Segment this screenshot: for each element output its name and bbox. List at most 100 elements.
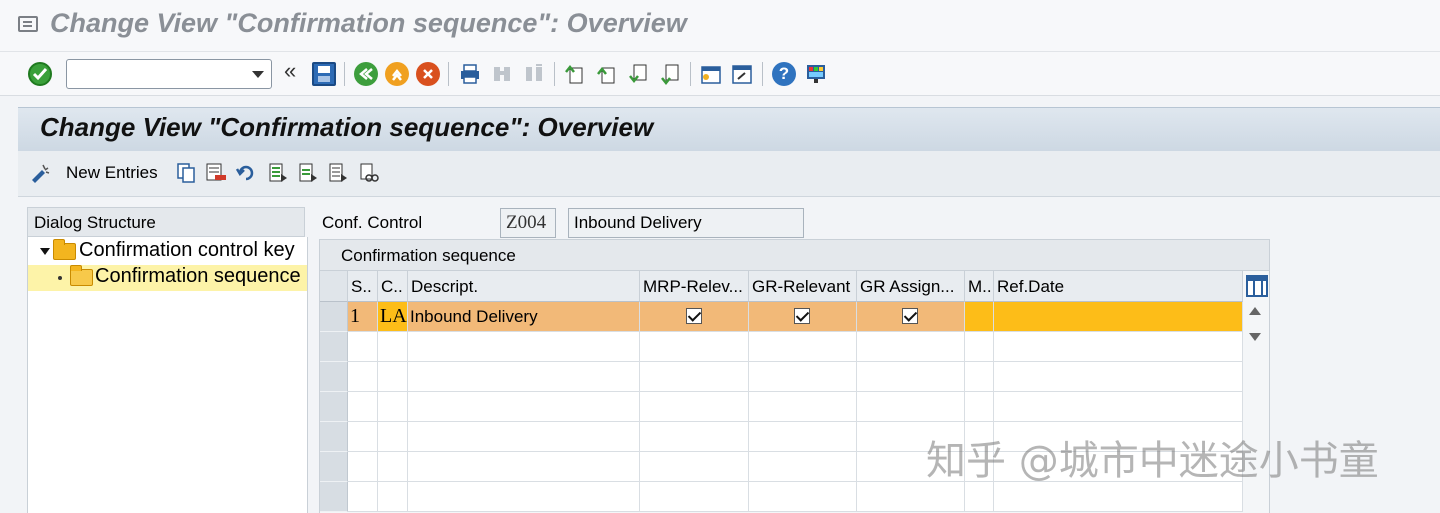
empty-cell[interactable] <box>749 332 857 362</box>
empty-cell[interactable] <box>640 332 749 362</box>
row-selector[interactable] <box>320 482 348 512</box>
row-selector[interactable] <box>320 422 348 452</box>
empty-cell[interactable] <box>640 392 749 422</box>
new-entries-button[interactable]: New Entries <box>66 163 158 183</box>
empty-cell[interactable] <box>348 392 378 422</box>
expand-triangle-icon[interactable] <box>40 248 50 255</box>
cell-sequence[interactable]: 1 <box>348 302 378 332</box>
empty-cell[interactable] <box>408 392 640 422</box>
customize-layout-icon[interactable] <box>804 62 828 86</box>
enter-check-icon[interactable] <box>28 62 52 86</box>
last-page-icon[interactable] <box>659 62 683 86</box>
scroll-up-arrow-icon[interactable] <box>1249 307 1261 315</box>
gr-relevant-checkbox[interactable] <box>794 308 810 324</box>
next-page-icon[interactable] <box>627 62 651 86</box>
undo-change-icon[interactable] <box>235 162 257 184</box>
column-header-gr-assignment[interactable]: GR Assign... <box>857 271 965 302</box>
empty-cell[interactable] <box>640 482 749 512</box>
empty-cell[interactable] <box>378 332 408 362</box>
empty-cell[interactable] <box>857 482 965 512</box>
tree-node-confirmation-sequence[interactable]: Confirmation sequence <box>28 265 307 291</box>
empty-cell[interactable] <box>640 422 749 452</box>
empty-cell[interactable] <box>965 482 994 512</box>
save-icon[interactable] <box>312 62 336 86</box>
empty-cell[interactable] <box>408 422 640 452</box>
column-header-gr-relevant[interactable]: GR-Relevant <box>749 271 857 302</box>
empty-cell[interactable] <box>749 392 857 422</box>
column-configuration-icon[interactable] <box>1246 275 1268 297</box>
cell-description[interactable]: Inbound Delivery <box>408 302 640 332</box>
empty-cell[interactable] <box>408 482 640 512</box>
mrp-relevant-checkbox[interactable] <box>686 308 702 324</box>
empty-cell[interactable] <box>348 422 378 452</box>
row-selector[interactable] <box>320 452 348 482</box>
row-selector[interactable] <box>320 332 348 362</box>
empty-cell[interactable] <box>640 362 749 392</box>
empty-cell[interactable] <box>965 332 994 362</box>
empty-cell[interactable] <box>857 362 965 392</box>
help-icon[interactable]: ? <box>772 62 796 86</box>
gr-assignment-checkbox[interactable] <box>902 308 918 324</box>
cell-conf-category[interactable]: LA <box>378 302 408 332</box>
empty-cell[interactable] <box>348 332 378 362</box>
empty-cell[interactable] <box>378 422 408 452</box>
empty-cell[interactable] <box>749 452 857 482</box>
find-next-icon[interactable] <box>522 62 546 86</box>
empty-cell[interactable] <box>378 482 408 512</box>
empty-cell[interactable] <box>408 452 640 482</box>
empty-cell[interactable] <box>378 392 408 422</box>
command-field[interactable] <box>66 59 272 89</box>
print-field-list-icon[interactable] <box>358 162 380 184</box>
empty-cell[interactable] <box>348 482 378 512</box>
empty-cell[interactable] <box>994 482 1243 512</box>
empty-cell[interactable] <box>749 482 857 512</box>
print-icon[interactable] <box>458 62 482 86</box>
select-block-icon[interactable] <box>297 162 319 184</box>
empty-cell[interactable] <box>857 392 965 422</box>
scroll-down-arrow-icon[interactable] <box>1249 333 1261 341</box>
create-session-icon[interactable] <box>699 62 723 86</box>
empty-cell[interactable] <box>378 362 408 392</box>
column-header-m[interactable]: M.. <box>965 271 994 302</box>
cell-m[interactable] <box>965 302 994 332</box>
empty-cell[interactable] <box>965 392 994 422</box>
cancel-icon[interactable] <box>416 62 440 86</box>
select-all-rows-button[interactable] <box>320 271 348 302</box>
column-header-conf-category[interactable]: C.. <box>378 271 408 302</box>
row-selector[interactable] <box>320 302 348 332</box>
empty-cell[interactable] <box>994 362 1243 392</box>
copy-as-icon[interactable] <box>175 162 197 184</box>
empty-cell[interactable] <box>408 332 640 362</box>
empty-cell[interactable] <box>749 422 857 452</box>
column-header-ref-date[interactable]: Ref.Date <box>994 271 1243 302</box>
exit-icon[interactable] <box>385 62 409 86</box>
cell-ref-date[interactable] <box>994 302 1243 332</box>
row-selector[interactable] <box>320 392 348 422</box>
delete-icon[interactable] <box>205 162 227 184</box>
previous-page-icon[interactable] <box>595 62 619 86</box>
chevron-down-icon[interactable] <box>252 71 264 78</box>
back-icon[interactable] <box>354 62 378 86</box>
row-selector[interactable] <box>320 362 348 392</box>
find-icon[interactable] <box>490 62 514 86</box>
empty-cell[interactable] <box>348 452 378 482</box>
collapse-chevron-icon[interactable]: « <box>284 58 296 84</box>
empty-cell[interactable] <box>408 362 640 392</box>
empty-cell[interactable] <box>965 362 994 392</box>
empty-cell[interactable] <box>857 332 965 362</box>
empty-cell[interactable] <box>994 392 1243 422</box>
empty-cell[interactable] <box>749 362 857 392</box>
column-header-mrp-relevant[interactable]: MRP-Relev... <box>640 271 749 302</box>
column-header-description[interactable]: Descript. <box>408 271 640 302</box>
deselect-all-icon[interactable] <box>327 162 349 184</box>
empty-cell[interactable] <box>378 452 408 482</box>
window-menu-icon[interactable] <box>18 16 38 32</box>
first-page-icon[interactable] <box>563 62 587 86</box>
column-header-sequence[interactable]: S.. <box>348 271 378 302</box>
empty-cell[interactable] <box>348 362 378 392</box>
tree-node-confirmation-control-key[interactable]: Confirmation control key <box>28 239 307 265</box>
select-all-icon[interactable] <box>267 162 289 184</box>
empty-cell[interactable] <box>994 332 1243 362</box>
empty-cell[interactable] <box>640 452 749 482</box>
new-entries-icon[interactable] <box>28 162 50 184</box>
